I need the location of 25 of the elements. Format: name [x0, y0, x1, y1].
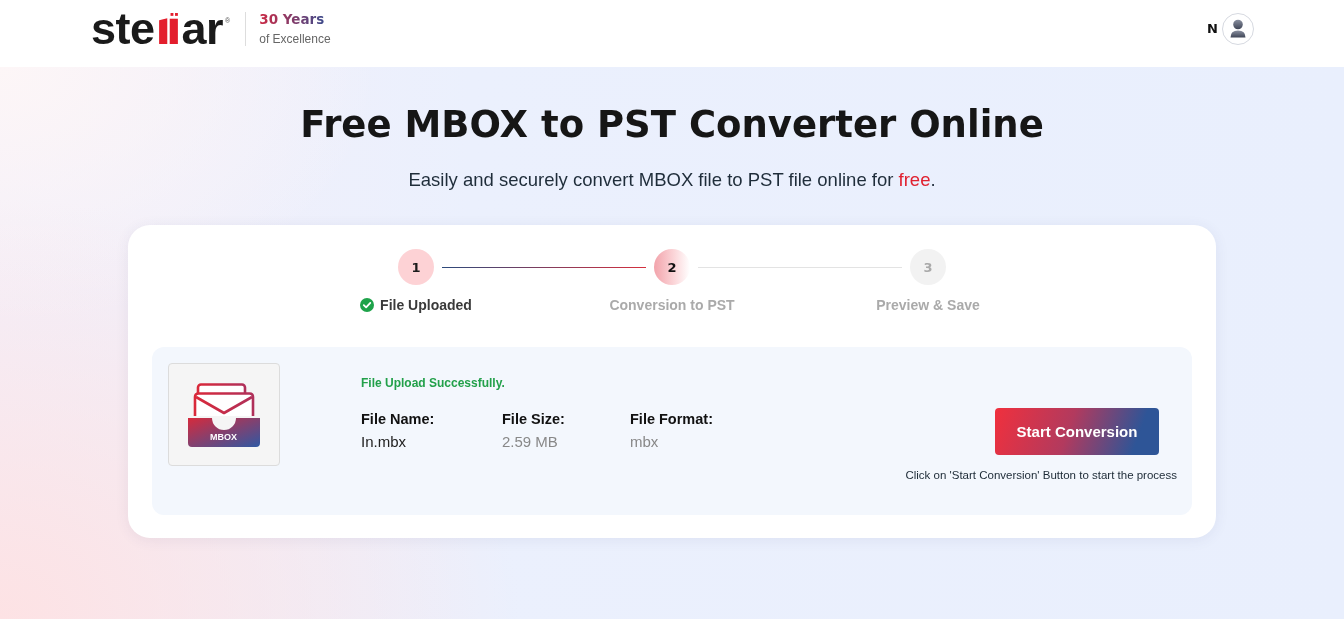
- field-value: In.mbx: [361, 432, 407, 452]
- file-type-label: MBOX: [210, 431, 237, 443]
- field-label: File Size:: [502, 410, 566, 428]
- user-initial: N: [1207, 21, 1218, 36]
- page-subtitle: Easily and securely convert MBOX file to PST file online for free.: [407, 168, 937, 192]
- step-number: 1: [398, 249, 434, 285]
- field-value: 2.59 MB: [502, 432, 559, 452]
- page-title: Free MBOX to PST Converter Online: [299, 102, 1045, 148]
- logo-text: ste: [91, 8, 155, 49]
- field-value: mbx: [630, 432, 660, 452]
- step-number: 2: [654, 249, 690, 285]
- field-label: File Format:: [630, 410, 713, 428]
- field-label: File Name:: [361, 410, 436, 428]
- start-conversion-button[interactable]: Start Conversion: [995, 408, 1159, 455]
- mailbox-tray-icon: [188, 382, 260, 447]
- logo-text: ar: [181, 8, 224, 49]
- tagline-subtitle: of Excellence: [259, 31, 331, 47]
- logo-bars-icon: [156, 12, 180, 44]
- hint-text: Click on 'Start Conversion' Button to start the process: [905, 468, 1177, 482]
- avatar-icon[interactable]: [1222, 12, 1254, 45]
- step-label: Conversion to PST: [609, 297, 735, 313]
- step-number: 3: [910, 249, 946, 285]
- step-label: Preview & Save: [876, 297, 980, 313]
- upload-success-message: File Upload Successfully.: [361, 375, 506, 391]
- step-label: File Uploaded: [380, 297, 472, 313]
